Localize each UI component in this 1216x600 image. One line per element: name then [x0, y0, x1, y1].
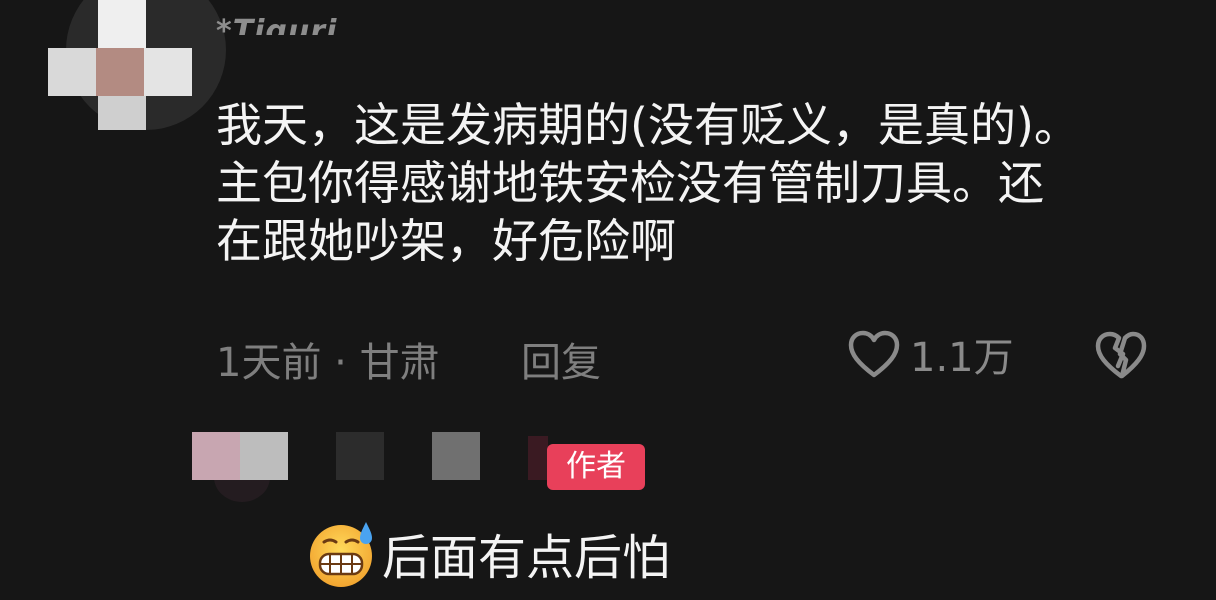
- broken-heart-icon[interactable]: [1092, 326, 1150, 382]
- avatar-mosaic-block: [96, 48, 144, 96]
- author-badge: 作者: [547, 444, 645, 490]
- comment-time-location: 1天前 · 甘肃: [216, 340, 440, 386]
- commenter-username[interactable]: *Tiguri: [216, 14, 337, 35]
- avatar-mosaic-block: [192, 432, 240, 480]
- avatar-mosaic-block: [144, 48, 192, 96]
- author-avatar[interactable]: [192, 432, 292, 502]
- name-mosaic-block: [336, 432, 384, 480]
- avatar-mosaic-block: [240, 432, 288, 480]
- avatar-mosaic-block: [48, 48, 96, 96]
- name-mosaic-block: [528, 436, 548, 480]
- avatar-mosaic-block: [98, 0, 146, 48]
- name-mosaic-block: [432, 432, 480, 480]
- heart-outline-icon: [848, 330, 900, 378]
- comment-meta: 1天前 · 甘肃 回复: [216, 330, 601, 388]
- grimacing-sweat-emoji-icon: [310, 522, 372, 587]
- avatar-mosaic-block: [98, 96, 146, 130]
- reply-button[interactable]: 回复: [521, 330, 601, 388]
- like-count: 1.1万: [910, 335, 1014, 381]
- reply-comment: 后面有点后怕: [306, 516, 670, 590]
- commenter-avatar[interactable]: [48, 0, 226, 134]
- comment-text: 我天，这是发病期的(没有贬义，是真的)。 主包你得感谢地铁安检没有管制刀具。还 …: [216, 98, 1080, 268]
- reply-text: 后面有点后怕: [382, 530, 671, 586]
- like-button[interactable]: 1.1万: [846, 326, 1014, 382]
